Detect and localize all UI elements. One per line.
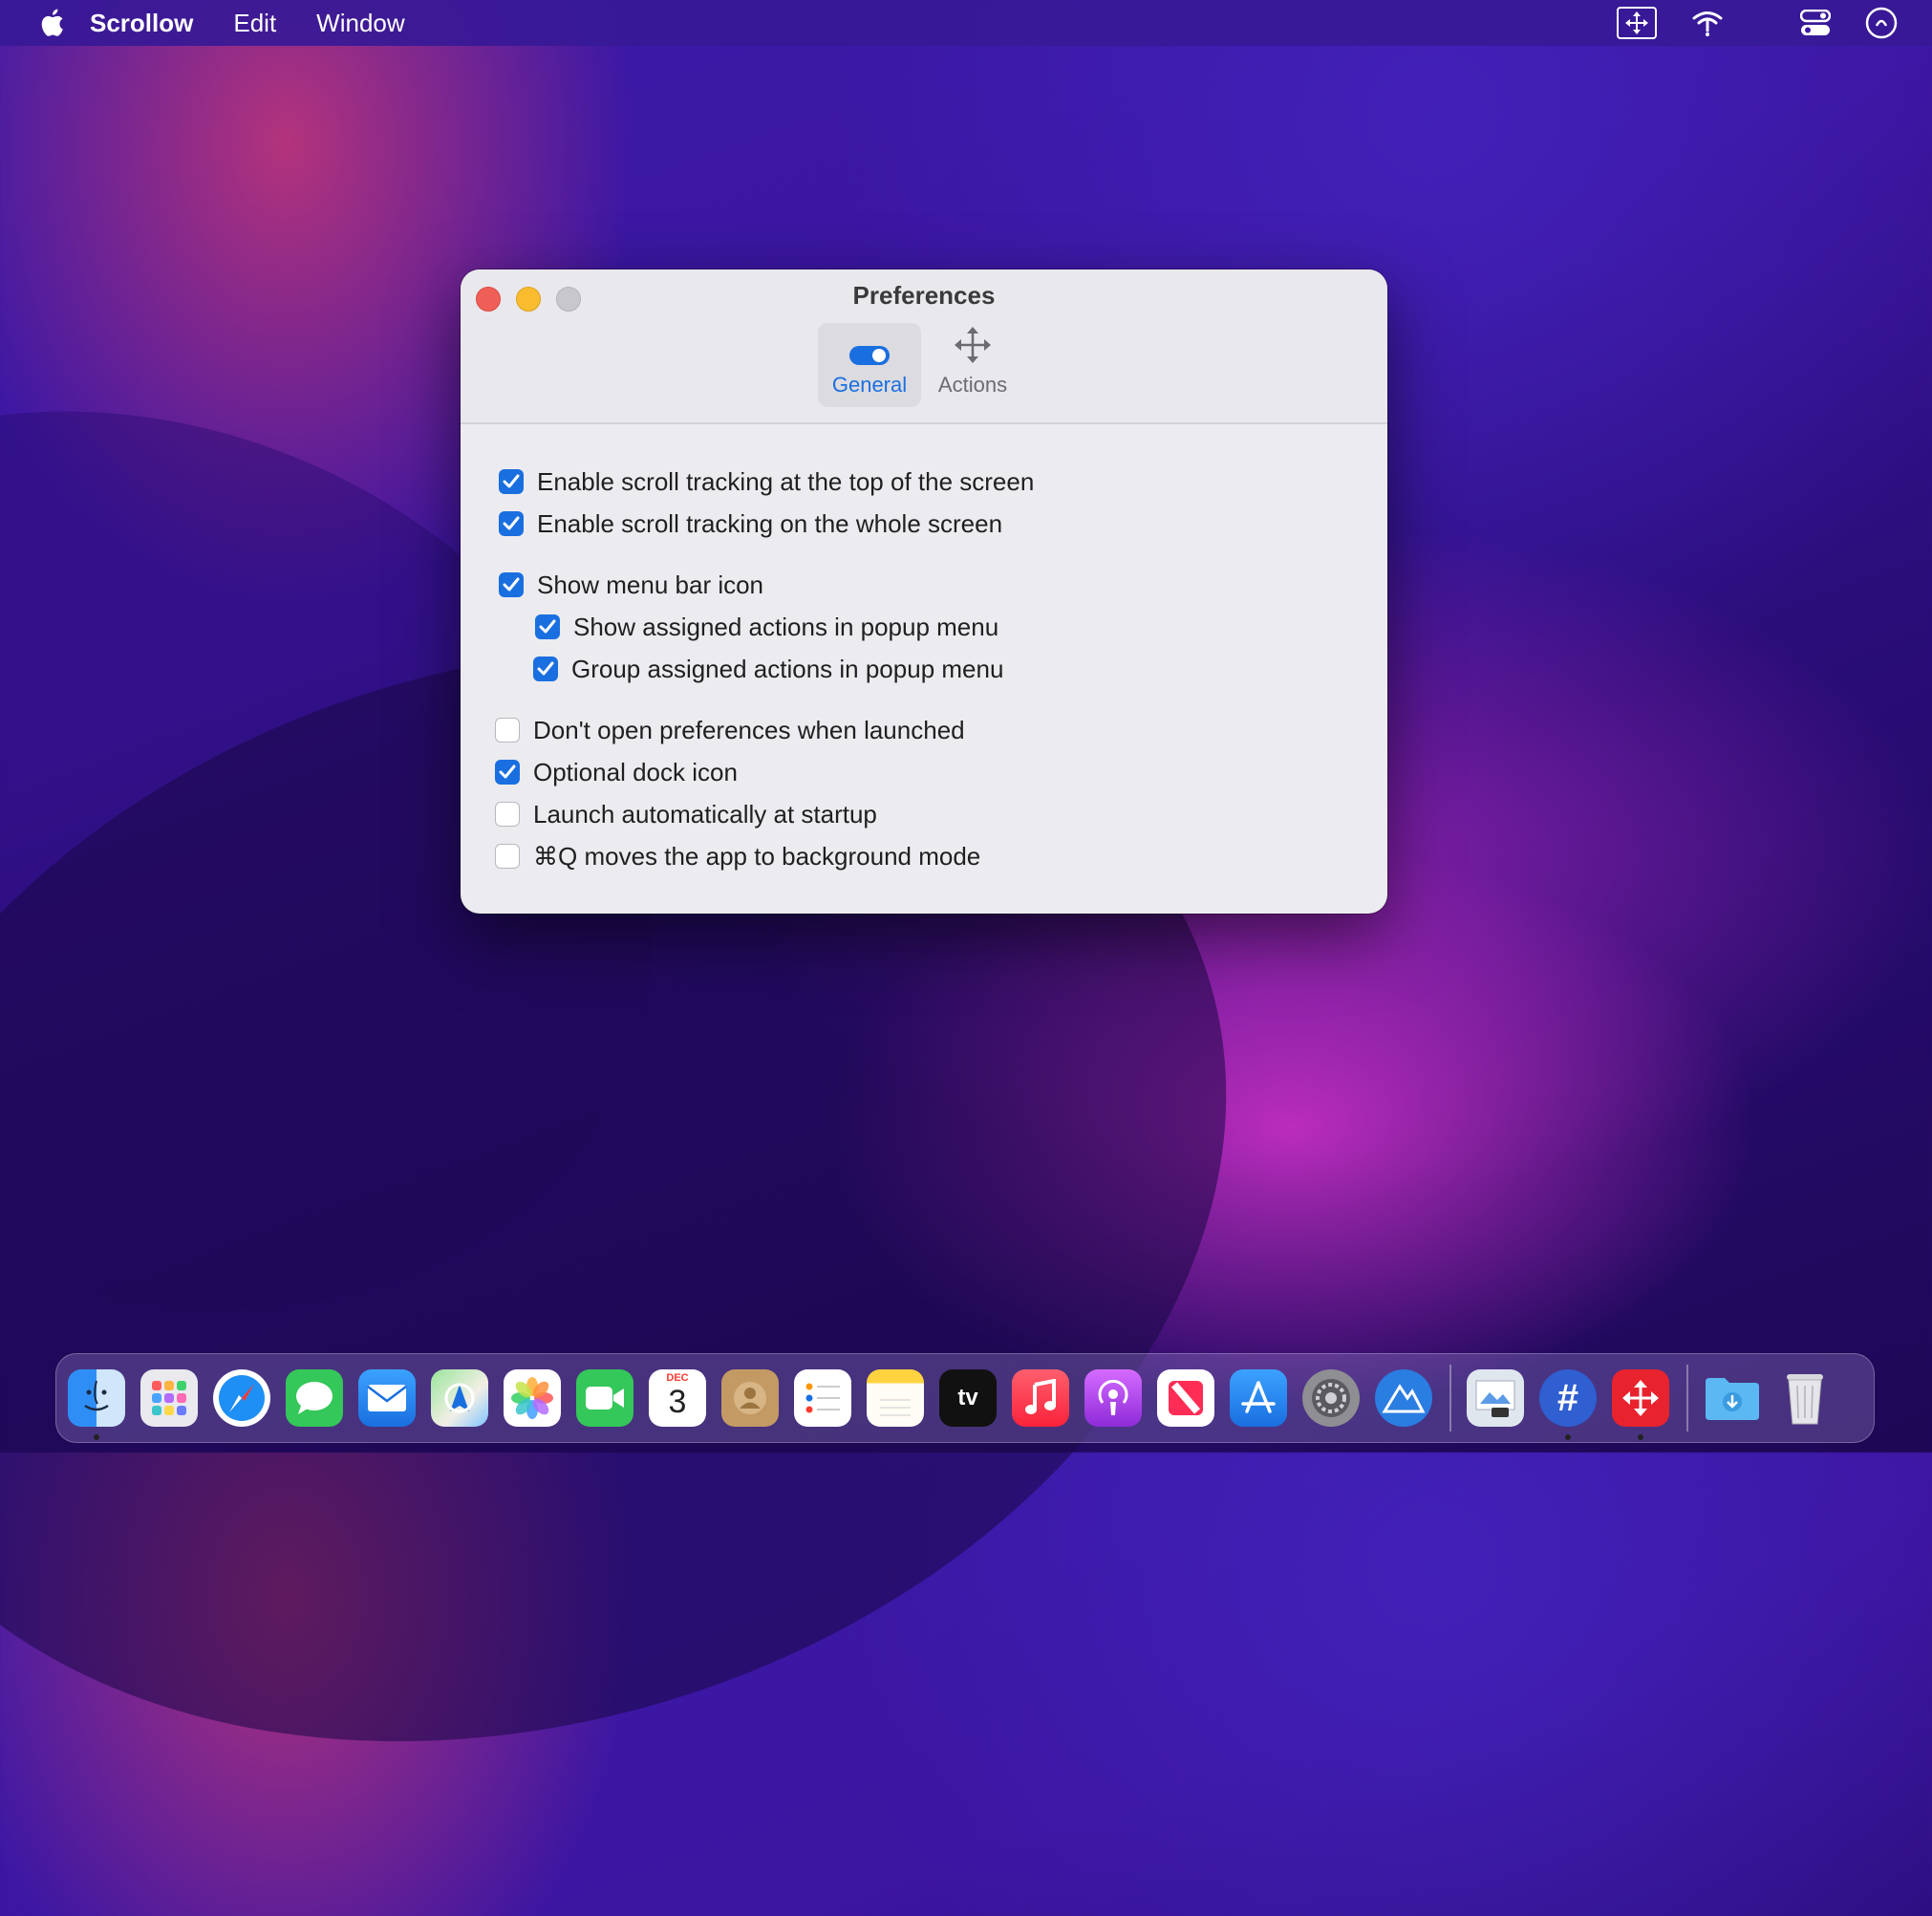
maps-icon[interactable]	[431, 1369, 488, 1427]
apple-tv-label: tv	[957, 1385, 978, 1410]
checkbox-checked[interactable]	[495, 760, 520, 785]
calendar-icon[interactable]: DEC 3	[649, 1369, 706, 1427]
app-store-icon[interactable]	[1230, 1369, 1287, 1427]
option-row[interactable]: Enable scroll tracking at the top of the…	[461, 461, 1387, 503]
menu-bar-extras	[1617, 0, 1932, 46]
option-row[interactable]: ⌘Q moves the app to background mode	[461, 835, 1387, 877]
launchpad-icon[interactable]	[140, 1369, 198, 1427]
tab-actions-label: Actions	[937, 373, 1008, 397]
finder-icon[interactable]	[68, 1369, 125, 1440]
option-label: Enable scroll tracking at the top of the…	[537, 466, 1035, 496]
reminders-icon[interactable]	[794, 1369, 851, 1427]
running-indicator	[1565, 1434, 1571, 1440]
wifi-icon[interactable]	[1691, 10, 1724, 36]
preview-icon[interactable]	[1467, 1369, 1524, 1427]
downloads-folder-icon[interactable]	[1704, 1369, 1761, 1427]
option-row[interactable]: Show assigned actions in popup menu	[461, 606, 1387, 648]
menu-app-name[interactable]: Scrollow	[90, 9, 193, 38]
checkbox-checked[interactable]	[499, 469, 524, 494]
checkbox-unchecked[interactable]	[495, 844, 520, 869]
preferences-tabs: General Actions	[818, 323, 1024, 407]
scrollow-status-icon[interactable]	[1617, 7, 1657, 39]
preferences-window: Preferences General Actions Enable scrol…	[461, 269, 1387, 914]
notes-icon[interactable]	[867, 1369, 924, 1427]
contacts-icon[interactable]	[721, 1369, 779, 1427]
checkbox-checked[interactable]	[499, 511, 524, 536]
window-title: Preferences	[852, 281, 996, 310]
scrollow-app-icon[interactable]	[1612, 1369, 1669, 1440]
option-row[interactable]: Don't open preferences when launched	[461, 709, 1387, 751]
mail-icon[interactable]	[358, 1369, 416, 1427]
menu-bar: Scrollow Edit Window	[0, 0, 1932, 46]
option-label: ⌘Q moves the app to background mode	[533, 841, 981, 871]
apple-menu-icon[interactable]	[38, 9, 65, 37]
window-toolbar: Preferences General Actions	[461, 269, 1387, 424]
running-indicator	[1638, 1434, 1643, 1440]
news-icon[interactable]	[1157, 1369, 1214, 1427]
system-preferences-icon[interactable]	[1302, 1369, 1360, 1427]
tab-general[interactable]: General	[818, 323, 921, 407]
siri-icon[interactable]	[1865, 7, 1898, 39]
hashtag-icon[interactable]: #	[1539, 1369, 1597, 1440]
option-label: Optional dock icon	[533, 757, 738, 786]
running-indicator	[94, 1434, 99, 1440]
checkbox-checked[interactable]	[535, 614, 560, 639]
menu-window[interactable]: Window	[316, 9, 404, 38]
checkbox-checked[interactable]	[499, 572, 524, 597]
safari-icon[interactable]	[213, 1369, 270, 1427]
altimeter-icon[interactable]	[1375, 1369, 1432, 1427]
option-label: Show assigned actions in popup menu	[573, 612, 999, 641]
dock-separator	[1449, 1365, 1451, 1432]
checkbox-unchecked[interactable]	[495, 718, 520, 743]
apple-tv-icon[interactable]: tv	[939, 1369, 997, 1427]
dock: DEC 3 tv #	[55, 1353, 1875, 1443]
dock-separator	[1686, 1365, 1688, 1432]
checkbox-checked[interactable]	[533, 657, 558, 681]
option-label: Launch automatically at startup	[533, 799, 877, 829]
general-settings: Enable scroll tracking at the top of the…	[461, 424, 1387, 877]
option-row[interactable]: Show menu bar icon	[461, 564, 1387, 606]
option-label: Show menu bar icon	[537, 570, 764, 599]
tab-general-label: General	[831, 373, 908, 397]
calendar-day: 3	[668, 1384, 687, 1420]
control-center-icon[interactable]	[1800, 10, 1831, 36]
option-label: Group assigned actions in popup menu	[571, 654, 1004, 683]
option-row[interactable]: Optional dock icon	[461, 751, 1387, 793]
trash-icon[interactable]	[1776, 1369, 1834, 1427]
facetime-icon[interactable]	[576, 1369, 633, 1427]
tab-actions[interactable]: Actions	[921, 323, 1024, 407]
option-row[interactable]: Enable scroll tracking on the whole scre…	[461, 503, 1387, 545]
move-arrows-icon	[955, 327, 991, 363]
photos-icon[interactable]	[504, 1369, 561, 1427]
checkbox-unchecked[interactable]	[495, 802, 520, 827]
option-row[interactable]: Launch automatically at startup	[461, 793, 1387, 835]
option-label: Don't open preferences when launched	[533, 715, 965, 744]
calendar-month: DEC	[666, 1372, 689, 1384]
toggle-icon	[849, 346, 890, 365]
music-icon[interactable]	[1012, 1369, 1069, 1427]
podcasts-icon[interactable]	[1084, 1369, 1142, 1427]
messages-icon[interactable]	[286, 1369, 343, 1427]
option-row[interactable]: Group assigned actions in popup menu	[461, 648, 1387, 690]
option-label: Enable scroll tracking on the whole scre…	[537, 508, 1003, 538]
menu-edit[interactable]: Edit	[233, 9, 276, 38]
